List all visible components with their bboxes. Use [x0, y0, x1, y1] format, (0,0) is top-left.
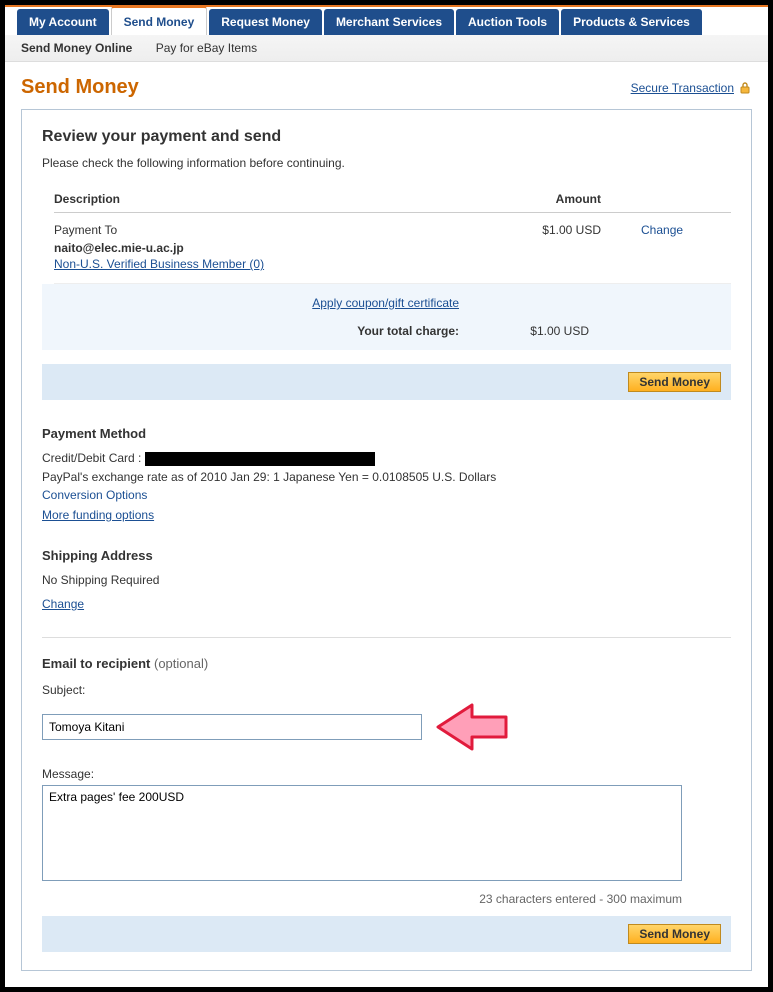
summary-header: Description Amount: [54, 188, 731, 213]
lock-icon: [738, 81, 752, 95]
payment-method-heading: Payment Method: [42, 426, 731, 441]
payment-amount: $1.00 USD: [471, 223, 611, 237]
message-input[interactable]: [42, 785, 682, 881]
action-bar-bottom: Send Money: [42, 916, 731, 952]
conversion-options-link[interactable]: Conversion Options: [42, 488, 147, 502]
email-heading-bold: Email to recipient: [42, 656, 150, 671]
secure-transaction-link[interactable]: Secure Transaction: [631, 81, 752, 95]
divider: [42, 637, 731, 638]
card-label: Credit/Debit Card :: [42, 451, 141, 465]
char-count: 23 characters entered - 300 maximum: [42, 892, 682, 906]
page-title: Send Money: [21, 76, 139, 99]
annotation-arrow-icon: [434, 701, 514, 753]
change-payment-link[interactable]: Change: [611, 223, 683, 237]
review-heading: Review your payment and send: [42, 128, 731, 146]
tab-my-account[interactable]: My Account: [17, 9, 109, 35]
send-money-button-bottom[interactable]: Send Money: [628, 924, 721, 944]
tab-products-services[interactable]: Products & Services: [561, 9, 702, 35]
change-shipping-link[interactable]: Change: [42, 597, 84, 611]
main-tabs: My Account Send Money Request Money Merc…: [5, 5, 768, 35]
secure-transaction-label: Secure Transaction: [631, 81, 734, 95]
tab-auction-tools[interactable]: Auction Tools: [456, 9, 559, 35]
col-description: Description: [54, 192, 471, 206]
tab-send-money[interactable]: Send Money: [111, 6, 208, 35]
col-amount: Amount: [471, 192, 611, 206]
card-number-redacted: [145, 452, 375, 466]
email-heading: Email to recipient (optional): [42, 656, 731, 671]
email-heading-optional: (optional): [150, 656, 208, 671]
send-money-button-top[interactable]: Send Money: [628, 372, 721, 392]
subject-label: Subject:: [42, 683, 731, 697]
total-charge-amount: $1.00 USD: [459, 324, 599, 338]
more-funding-link[interactable]: More funding options: [42, 508, 154, 522]
shipping-text: No Shipping Required: [42, 573, 731, 587]
shipping-heading: Shipping Address: [42, 548, 731, 563]
payment-to-label: Payment To: [54, 223, 471, 237]
summary-row: Payment To naito@elec.mie-u.ac.jp Non-U.…: [54, 213, 731, 284]
sub-tabs: Send Money Online Pay for eBay Items: [5, 35, 768, 62]
verified-member-link[interactable]: Non-U.S. Verified Business Member (0): [54, 257, 264, 271]
action-bar-top: Send Money: [42, 364, 731, 400]
total-charge-label: Your total charge:: [357, 324, 459, 338]
subtab-pay-ebay[interactable]: Pay for eBay Items: [156, 41, 257, 55]
apply-coupon-link[interactable]: Apply coupon/gift certificate: [312, 296, 459, 310]
card-line: Credit/Debit Card :: [42, 451, 731, 466]
tab-request-money[interactable]: Request Money: [209, 9, 322, 35]
review-panel: Review your payment and send Please chec…: [21, 109, 752, 971]
tab-merchant-services[interactable]: Merchant Services: [324, 9, 454, 35]
message-label: Message:: [42, 767, 731, 781]
review-note: Please check the following information b…: [42, 156, 731, 170]
exchange-rate-text: PayPal's exchange rate as of 2010 Jan 29…: [42, 470, 731, 484]
totals-box: Apply coupon/gift certificate Your total…: [42, 284, 731, 350]
subtab-send-money-online[interactable]: Send Money Online: [21, 41, 132, 55]
subject-input[interactable]: [42, 714, 422, 740]
payment-to-email: naito@elec.mie-u.ac.jp: [54, 241, 471, 255]
